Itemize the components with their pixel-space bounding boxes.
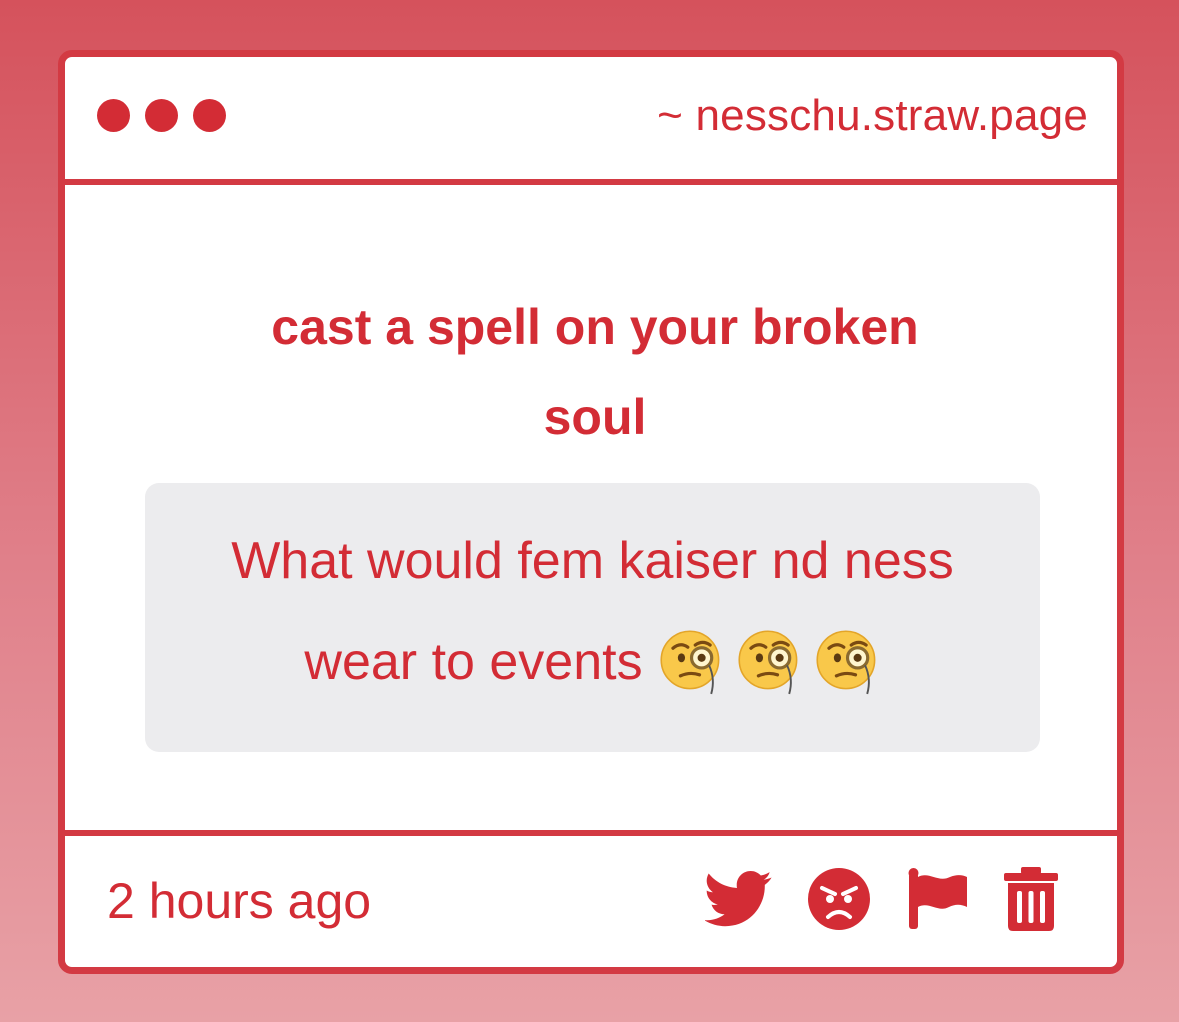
post-actions <box>705 866 1059 932</box>
window-controls <box>97 99 226 132</box>
message-text-container: What would fem kaiser nd ness wear to ev… <box>175 511 1010 713</box>
emoji-group <box>657 627 881 695</box>
page-card: ~ nesschu.straw.page cast a spell on you… <box>58 50 1124 974</box>
angry-face-icon[interactable] <box>807 867 871 931</box>
face-with-monocle-icon <box>816 630 876 695</box>
face-with-monocle-icon <box>660 630 720 695</box>
twitter-icon[interactable] <box>705 870 773 928</box>
window-dot-1[interactable] <box>97 99 130 132</box>
window-dot-2[interactable] <box>145 99 178 132</box>
trash-icon[interactable] <box>1003 866 1059 932</box>
page-url: ~ nesschu.straw.page <box>657 91 1088 140</box>
window-titlebar: ~ nesschu.straw.page <box>65 57 1117 185</box>
message-box: What would fem kaiser nd ness wear to ev… <box>145 483 1040 752</box>
face-with-monocle-icon <box>738 630 798 695</box>
window-dot-3[interactable] <box>193 99 226 132</box>
post-content: cast a spell on your broken soul What wo… <box>65 185 1117 830</box>
post-footer: 2 hours ago <box>65 830 1117 967</box>
flag-icon[interactable] <box>905 867 969 931</box>
post-timestamp: 2 hours ago <box>107 873 372 929</box>
page-prompt: cast a spell on your broken soul <box>271 299 919 445</box>
